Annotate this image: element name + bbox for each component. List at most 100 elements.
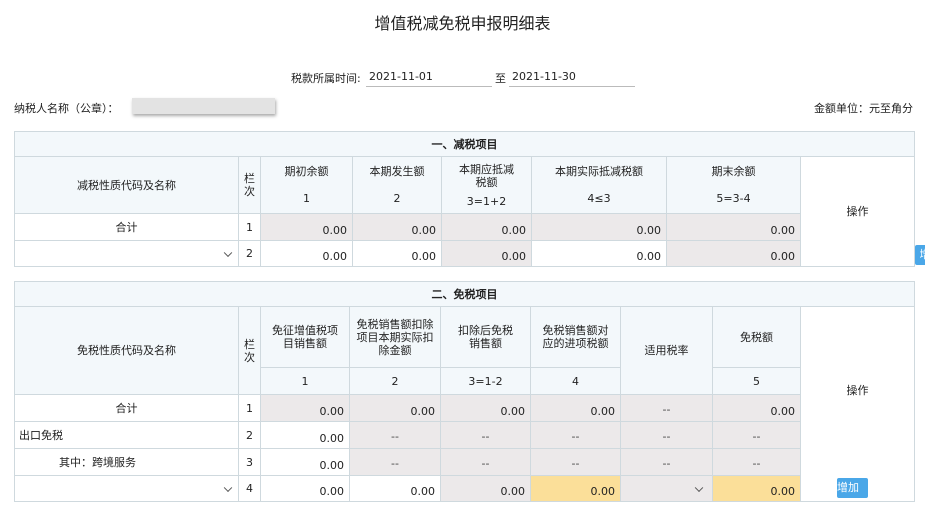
- col-closing-balance: 期末余额 5=3-4: [666, 156, 801, 214]
- amount-unit: 金额单位：元至角分: [814, 102, 913, 115]
- col-actual-deduction: 本期实际抵减税额 4≤3: [531, 156, 667, 214]
- cell-value: 0.00: [530, 394, 621, 422]
- row-number: 1: [238, 213, 261, 241]
- col-input-tax: 免税销售额对应的进项税额: [530, 306, 621, 368]
- cell-value: 0.00: [260, 213, 353, 241]
- cell-value: --: [530, 421, 621, 449]
- row-name: 其中：跨境服务: [14, 448, 239, 476]
- col-formula: 1: [260, 367, 350, 395]
- add-button[interactable]: 增加: [837, 478, 868, 498]
- col-exempt-tax: 免税额: [712, 306, 801, 368]
- cell-value: --: [620, 448, 713, 476]
- period-label: 税款所属时间:: [291, 72, 361, 85]
- cell-input[interactable]: 0.00: [352, 240, 442, 267]
- col-operation-label: 操作: [846, 384, 869, 397]
- col-formula: 1: [303, 192, 310, 205]
- col-label: 期末余额: [711, 165, 756, 178]
- col-exemption-name: 免税性质代码及名称: [14, 306, 239, 395]
- col-row-number: 栏次: [238, 156, 261, 214]
- row-number: 2: [238, 421, 261, 449]
- tax-exemption-table: 二、免税项目 免税性质代码及名称 栏次 免征增值税项目销售额 免税销售额扣除项目…: [13, 281, 916, 502]
- cell-value: 0.00: [440, 394, 531, 422]
- table-row: 出口免税 2 0.00 -- -- -- -- --: [14, 421, 915, 449]
- col-formula: 2: [349, 367, 441, 395]
- col-formula: 3=1-2: [440, 367, 531, 395]
- cell-input[interactable]: 0.00: [531, 240, 667, 267]
- reduction-code-select[interactable]: [14, 240, 239, 267]
- col-label: 本期实际抵减税额: [555, 165, 643, 178]
- cell-input[interactable]: 0.00: [349, 475, 441, 502]
- cell-value: 0.00: [260, 394, 350, 422]
- cell-value: --: [530, 448, 621, 476]
- section2-title: 二、免税项目: [13, 281, 916, 307]
- cell-value: 0.00: [666, 213, 801, 241]
- col-label: 本期发生额: [369, 165, 425, 178]
- period-row: 税款所属时间: 2021-11-01 至 2021-11-30: [0, 68, 925, 88]
- cell-value: 0.00: [440, 475, 531, 502]
- section1-title: 一、减税项目: [14, 131, 915, 157]
- col-row-number: 栏次: [238, 306, 261, 395]
- cell-value: --: [712, 421, 801, 449]
- cell-input[interactable]: 0.00: [260, 448, 350, 476]
- row-name: 出口免税: [14, 421, 239, 449]
- taxpayer-label: 纳税人名称（公章）：: [14, 102, 119, 115]
- row-number: 4: [238, 475, 261, 502]
- cell-value: --: [712, 448, 801, 476]
- col-formula: 5: [712, 367, 801, 395]
- page-title: 增值税减免税申报明细表: [374, 14, 551, 33]
- tax-rate-select[interactable]: [620, 475, 713, 502]
- col-operation: 操作: [799, 306, 916, 502]
- row-number: 1: [238, 394, 261, 422]
- col-formula: 5=3-4: [716, 192, 751, 205]
- col-net-exempt-sales: 扣除后免税销售额: [440, 306, 531, 368]
- chevron-down-icon: [223, 248, 233, 257]
- cell-input[interactable]: 0.00: [260, 421, 350, 449]
- row-number: 3: [238, 448, 261, 476]
- taxpayer-name-redacted: [132, 98, 275, 114]
- col-exempt-sales: 免征增值税项目销售额: [260, 306, 350, 368]
- cell-input[interactable]: 0.00: [260, 475, 350, 502]
- col-formula: 4≤3: [587, 192, 611, 205]
- cell-value: --: [620, 421, 713, 449]
- period-from-input[interactable]: 2021-11-01: [366, 68, 492, 87]
- period-to-label: 至: [495, 72, 506, 85]
- cell-value: 0.00: [349, 394, 441, 422]
- table-row: 4 0.00 0.00 0.00 0.00 0.00: [14, 475, 915, 502]
- col-formula: 3=1+2: [466, 194, 507, 208]
- col-label: 本期应抵减税额: [459, 162, 514, 189]
- col-formula: 2: [393, 192, 401, 205]
- table-row: 合计 1 0.00 0.00 0.00 0.00 0.00: [14, 213, 915, 241]
- cell-value: 0.00: [352, 213, 442, 241]
- cell-value: --: [349, 448, 441, 476]
- col-current-amount: 本期发生额 2: [352, 156, 442, 214]
- cell-value: 0.00: [712, 475, 801, 502]
- col-tax-rate: 适用税率: [620, 306, 713, 395]
- cell-input[interactable]: 0.00: [530, 475, 621, 502]
- row-number: 2: [238, 240, 261, 267]
- table-row: 2 0.00 0.00 0.00 0.00 0.00 增加: [14, 240, 925, 267]
- cell-input[interactable]: 0.00: [260, 240, 353, 267]
- chevron-down-icon: [223, 483, 233, 492]
- period-to-input[interactable]: 2021-11-30: [509, 68, 635, 87]
- table-row: 其中：跨境服务 3 0.00 -- -- -- -- --: [14, 448, 915, 476]
- row-name: 合计: [14, 213, 239, 241]
- cell-value: --: [349, 421, 441, 449]
- cell-value: 0.00: [441, 240, 532, 267]
- col-reduction-name: 减税性质代码及名称: [14, 156, 239, 214]
- col-opening-balance: 期初余额 1: [260, 156, 353, 214]
- cell-value: 0.00: [531, 213, 667, 241]
- col-deductible-amount: 本期应抵减税额 3=1+2: [441, 156, 532, 214]
- cell-value: --: [620, 394, 713, 422]
- tax-reduction-table: 一、减税项目 减税性质代码及名称 栏次 期初余额 1 本期发生额 2 本期应抵减税额…: [14, 131, 925, 267]
- table-row: 合计 1 0.00 0.00 0.00 0.00 -- 0.00: [14, 394, 915, 422]
- cell-value: --: [440, 421, 531, 449]
- cell-value: 0.00: [441, 213, 532, 241]
- col-formula: 4: [530, 367, 621, 395]
- cell-value: --: [440, 448, 531, 476]
- col-label: 期初余额: [284, 165, 329, 178]
- exemption-code-select[interactable]: [14, 475, 239, 502]
- chevron-down-icon: [694, 483, 704, 492]
- add-button[interactable]: 增加: [915, 244, 925, 265]
- row-name: 合计: [14, 394, 239, 422]
- cell-value: 0.00: [712, 394, 801, 422]
